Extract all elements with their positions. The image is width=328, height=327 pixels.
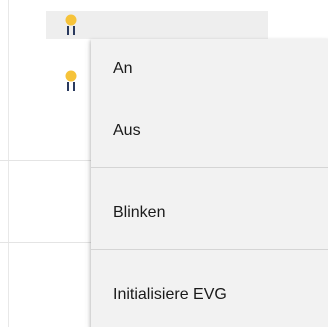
context-menu: An Aus Blinken Initialisiere EVG xyxy=(91,39,328,327)
lamp-icon[interactable] xyxy=(64,70,78,94)
tree-indent-line xyxy=(8,0,9,327)
tree-view: An Aus Blinken Initialisiere EVG xyxy=(0,0,328,327)
row-divider xyxy=(0,242,92,243)
menu-item-an[interactable]: An xyxy=(91,51,328,87)
menu-item-blinken[interactable]: Blinken xyxy=(91,195,328,231)
row-divider xyxy=(0,160,92,161)
menu-item-aus[interactable]: Aus xyxy=(91,113,328,149)
menu-item-initialisiere-evg[interactable]: Initialisiere EVG xyxy=(91,277,328,313)
selected-row-highlight[interactable] xyxy=(46,11,268,39)
menu-separator xyxy=(91,249,328,250)
lamp-icon[interactable] xyxy=(64,14,78,38)
menu-separator xyxy=(91,167,328,168)
